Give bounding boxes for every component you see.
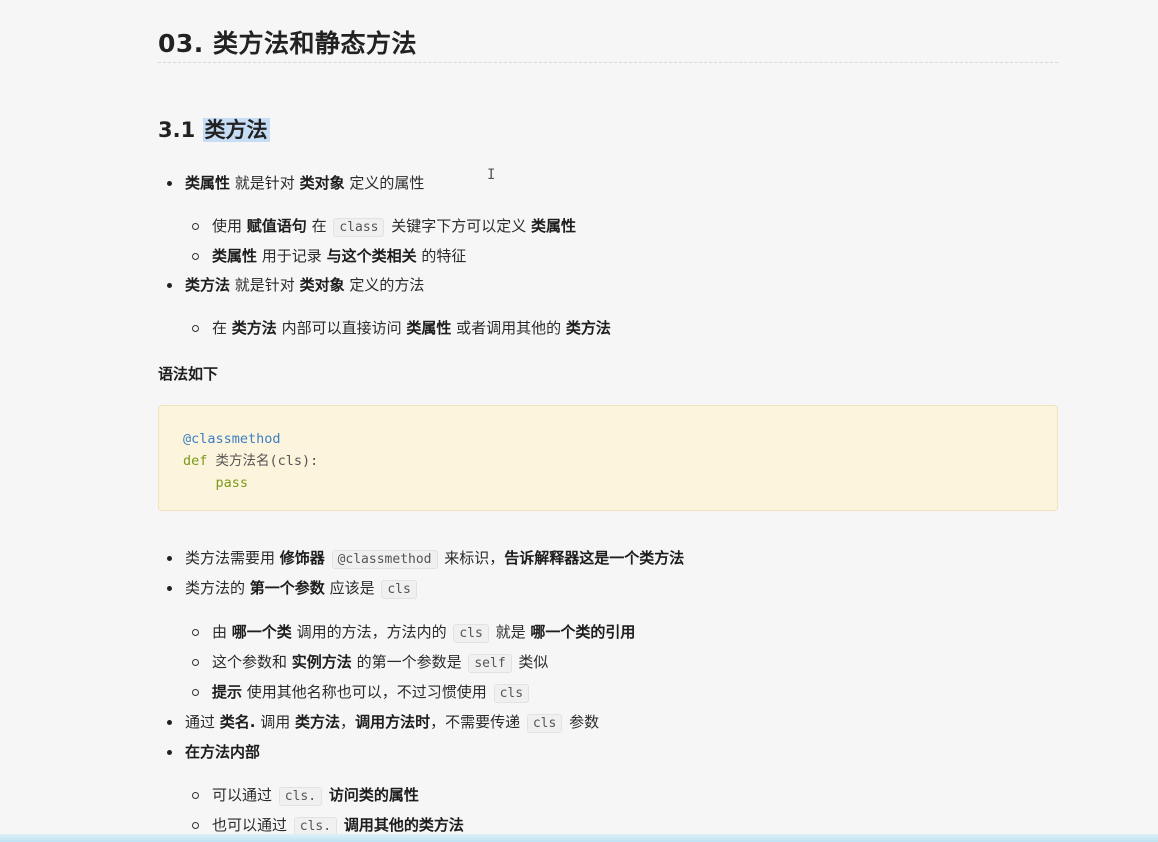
bold-term: 赋值语句: [246, 217, 307, 235]
list-item: 通过 类名. 调用 类方法，调用方法时，不需要传递 cls 参数: [158, 708, 1058, 738]
page-title: 03. 类方法和静态方法: [158, 29, 417, 58]
code-def-keyword: def: [183, 453, 208, 469]
bullet-list: 类方法需要用 修饰器 @classmethod 来标识，告诉解释器这是一个类方法…: [158, 544, 1058, 841]
sub-list-item: 这个参数和 实例方法 的第一个参数是 self 类似: [158, 648, 1058, 678]
text-segment: 在: [306, 217, 332, 235]
sub-list-item: 在 类方法 内部可以直接访问 类属性 或者调用其他的 类方法: [158, 314, 1058, 343]
sub-list-item: 由 哪一个类 调用的方法，方法内的 cls 就是 哪一个类的引用: [158, 618, 1058, 648]
bold-term: 哪一个类: [231, 623, 292, 641]
text-segment: 使用其他名称也可以，不过习惯使用: [242, 683, 492, 701]
text-segment: 通过: [185, 713, 220, 731]
text-segment: 可以通过: [212, 786, 277, 804]
text-segment: 内部可以直接访问: [276, 319, 407, 337]
inline-code: cls: [493, 684, 530, 703]
bold-term: 类名.: [219, 713, 256, 731]
inline-code: cls: [381, 580, 417, 599]
inline-code: class: [333, 218, 385, 237]
bold-term: 类属性: [406, 319, 452, 337]
code-pass-line: pass: [183, 472, 1033, 494]
section-number: 3.1: [158, 118, 196, 142]
bold-term: 调用方法时: [355, 713, 431, 731]
bold-term: 修饰器: [279, 549, 325, 567]
inline-code: self: [468, 654, 512, 673]
bold-term: 告诉解释器这是一个类方法: [504, 549, 685, 567]
text-segment: 就是针对: [230, 276, 300, 294]
sub-list-item: 使用 赋值语句 在 class 关键字下方可以定义 类属性: [158, 212, 1058, 242]
bottom-edge-decoration: [0, 834, 1158, 842]
bold-term: 与这个类相关: [326, 247, 417, 265]
inline-code: @classmethod: [331, 550, 438, 569]
bold-term: 哪一个类的引用: [530, 623, 636, 641]
text-segment: 就是针对: [230, 174, 300, 192]
bold-term: 实例方法: [291, 653, 352, 671]
text-segment: 类方法需要用: [185, 549, 280, 567]
sub-list-item: 类属性 用于记录 与这个类相关 的特征: [158, 242, 1058, 271]
section-heading: 3.1 类方法: [158, 114, 270, 144]
bold-term: 类对象: [299, 276, 345, 294]
inline-code: cls: [453, 624, 489, 643]
list-item: 在方法内部: [158, 738, 1058, 767]
text-segment: 的特征: [416, 247, 467, 265]
list-item: 类方法的 第一个参数 应该是 cls: [158, 574, 1058, 604]
bullet-list: 类属性 就是针对 类对象 定义的属性 使用 赋值语句 在 class 关键字下方可…: [158, 169, 1058, 343]
bold-term: 类方法: [185, 276, 231, 294]
text-segment: 应该是: [324, 579, 380, 597]
bold-term: 访问类的属性: [328, 786, 419, 804]
code-pass-keyword: pass: [215, 475, 249, 491]
bold-term: 类方法: [565, 319, 611, 337]
text-segment: 这个参数和: [212, 653, 292, 671]
text-segment: 参数: [564, 713, 600, 731]
title-divider: [158, 62, 1058, 63]
code-def-signature: 类方法名(cls):: [207, 453, 319, 469]
text-segment: 定义的属性: [344, 174, 425, 192]
bold-term: 类方法: [295, 713, 341, 731]
bold-term: 第一个参数: [249, 579, 325, 597]
list-item: 类方法需要用 修饰器 @classmethod 来标识，告诉解释器这是一个类方法: [158, 544, 1058, 574]
bold-term: 提示: [212, 683, 243, 701]
bold-term: 调用其他的类方法: [343, 816, 464, 834]
text-segment: 使用: [212, 217, 247, 235]
text-segment: ，: [340, 713, 356, 731]
text-segment: 定义的方法: [344, 276, 425, 294]
inline-code: cls.: [278, 787, 323, 806]
concept-list: 类属性 就是针对 类对象 定义的属性 使用 赋值语句 在 class 关键字下方可…: [158, 169, 1058, 343]
text-segment: 也可以通过: [212, 816, 292, 834]
code-def-line: def 类方法名(cls):: [183, 450, 1033, 472]
text-segment: [325, 549, 330, 567]
classmethod-notes-list: 类方法需要用 修饰器 @classmethod 来标识，告诉解释器这是一个类方法…: [158, 544, 1058, 841]
list-item: 类方法 就是针对 类对象 定义的方法: [158, 271, 1058, 300]
code-decorator-line: @classmethod: [183, 431, 281, 447]
text-segment: 由: [212, 623, 232, 641]
sub-list-item: 可以通过 cls. 访问类的属性: [158, 781, 1058, 811]
bold-term: 类方法: [231, 319, 277, 337]
list-item: 类属性 就是针对 类对象 定义的属性: [158, 169, 1058, 198]
text-segment: 调用的方法，方法内的: [291, 623, 452, 641]
sub-list-item: 提示 使用其他名称也可以，不过习惯使用 cls: [158, 678, 1058, 708]
text-segment: 就是: [490, 623, 531, 641]
text-segment: 调用: [255, 713, 296, 731]
bold-term: 类属性: [212, 247, 258, 265]
text-segment: ，不需要传递: [430, 713, 525, 731]
text-segment: 类方法的: [185, 579, 250, 597]
text-segment: 来标识，: [439, 549, 505, 567]
text-segment: 或者调用其他的: [451, 319, 566, 337]
text-segment: 类似: [513, 653, 549, 671]
syntax-label: 语法如下: [158, 365, 219, 383]
text-segment: 在: [212, 319, 232, 337]
text-segment: 关键字下方可以定义: [386, 217, 532, 235]
bold-term: 类属性: [531, 217, 577, 235]
section-title-selected[interactable]: 类方法: [202, 118, 270, 142]
bold-term: 类属性: [185, 174, 231, 192]
code-block[interactable]: @classmethod def 类方法名(cls): pass: [158, 405, 1058, 511]
bold-term: 在方法内部: [185, 743, 261, 761]
text-segment: 的第一个参数是: [351, 653, 467, 671]
inline-code: cls: [526, 714, 563, 733]
bold-term: 类对象: [299, 174, 345, 192]
text-segment: 用于记录: [257, 247, 327, 265]
